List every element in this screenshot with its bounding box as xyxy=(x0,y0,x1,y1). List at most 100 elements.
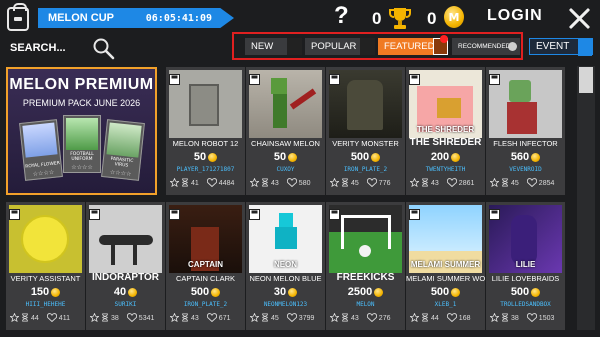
item-card[interactable]: LILIE LILIE LOVEBRAIDS 500 TROLLEDSANDBOX 38… xyxy=(486,202,565,330)
filter-event[interactable]: EVENT xyxy=(529,38,593,56)
scrollbar-track[interactable] xyxy=(577,66,595,330)
item-stats: 44 168 xyxy=(409,312,482,324)
save-icon[interactable] xyxy=(89,205,100,220)
item-stats: 45 776 xyxy=(329,177,402,189)
heart-icon[interactable] xyxy=(446,312,457,324)
star-icon[interactable] xyxy=(329,177,340,189)
item-card[interactable]: MELON ROBOT 12 50 PLAYER_171271807 41 4484 xyxy=(166,67,245,195)
filter-recommended[interactable]: RECOMMENDED xyxy=(452,38,520,55)
coin-icon xyxy=(288,152,298,162)
save-icon[interactable] xyxy=(329,70,340,85)
heart-icon[interactable] xyxy=(206,312,217,324)
star-icon[interactable] xyxy=(89,312,100,324)
item-card[interactable]: VERITY ASSISTANT 150 HIII_HEHEHE 44 411 xyxy=(6,202,85,330)
heart-icon[interactable] xyxy=(286,177,297,189)
filter-event-toggle[interactable] xyxy=(578,39,592,56)
item-card[interactable]: FLESH INFECTOR 560 VEVENROID 45 2854 xyxy=(486,67,565,195)
heart-icon[interactable] xyxy=(126,312,137,324)
heart-icon[interactable] xyxy=(46,312,57,324)
item-author[interactable]: CUXOY xyxy=(246,166,325,173)
filter-new-label: NEW xyxy=(251,41,274,52)
star-icon[interactable] xyxy=(489,177,500,189)
star-icon[interactable] xyxy=(409,177,420,189)
shop-bag-icon[interactable] xyxy=(7,3,29,31)
coin-icon xyxy=(288,287,298,297)
star-icon[interactable] xyxy=(169,312,180,324)
save-icon[interactable] xyxy=(489,70,500,85)
item-price: 40 xyxy=(86,286,165,298)
close-icon[interactable] xyxy=(568,6,592,30)
item-stats: 45 3799 xyxy=(249,312,322,324)
scrollbar-thumb[interactable] xyxy=(579,67,593,93)
save-icon[interactable] xyxy=(409,70,420,85)
heart-icon[interactable] xyxy=(366,312,377,324)
item-name: CHAINSAW MELON xyxy=(251,139,320,148)
save-icon[interactable] xyxy=(249,70,260,85)
save-icon[interactable] xyxy=(249,205,260,220)
thumbnail-caption: NEON xyxy=(273,260,298,269)
coin-icon xyxy=(374,287,384,297)
rating-stars: ☆☆☆☆ xyxy=(32,168,55,178)
star-icon[interactable] xyxy=(9,312,20,324)
heart-icon[interactable] xyxy=(206,177,217,189)
item-card[interactable]: NEON NEON MELON BLUE 30 NEONMELON123 45 3799 xyxy=(246,202,325,330)
save-icon[interactable] xyxy=(489,205,500,220)
filter-recommended-toggle[interactable] xyxy=(508,42,517,51)
heart-icon[interactable] xyxy=(526,177,537,189)
heart-icon[interactable] xyxy=(526,312,537,324)
item-price: 150 xyxy=(6,286,85,298)
item-card[interactable]: MELAMI SUMMER MELAMI SUMMER WORLD 500 XLEB_… xyxy=(406,202,485,330)
item-author[interactable]: TWENTYHEITH xyxy=(406,166,485,173)
item-author[interactable]: NEONMELON123 xyxy=(246,301,325,308)
filter-popular[interactable]: POPULAR xyxy=(305,38,375,55)
item-author[interactable]: VEVENROID xyxy=(486,166,565,173)
item-card[interactable]: THE SHREDER THE SHREDER 200 TWENTYHEITH 43 28… xyxy=(406,67,485,195)
item-author[interactable]: HIII_HEHEHE xyxy=(6,301,85,308)
event-banner[interactable]: MELON CUP 06:05:41:09 xyxy=(38,8,234,28)
item-card[interactable]: INDORAPTOR 40 SURIKI 38 5341 xyxy=(86,202,165,330)
item-name: INDORAPTOR xyxy=(91,272,160,283)
star-icon[interactable] xyxy=(329,312,340,324)
filter-new-toggle[interactable] xyxy=(287,38,302,55)
item-author[interactable]: PLAYER_171271807 xyxy=(166,166,245,173)
heart-icon[interactable] xyxy=(446,177,457,189)
login-button[interactable]: LOGIN xyxy=(487,7,543,25)
heart-icon[interactable] xyxy=(286,312,297,324)
item-author[interactable]: TROLLEDSANDBOX xyxy=(486,301,565,308)
item-card[interactable]: VERITY MONSTER 500 IRON_PLATE_2 45 776 xyxy=(326,67,405,195)
star-icon[interactable] xyxy=(409,312,420,324)
star-icon[interactable] xyxy=(249,312,260,324)
save-icon[interactable] xyxy=(169,205,180,220)
coin-icon: M xyxy=(444,6,464,28)
search-input[interactable]: SEARCH... xyxy=(10,42,66,54)
star-icon[interactable] xyxy=(169,177,180,189)
save-icon[interactable] xyxy=(409,205,420,220)
heart-icon[interactable] xyxy=(366,177,377,189)
item-price: 2500 xyxy=(326,286,405,298)
item-card[interactable]: CAPTAIN CAPTAIN CLARK 500 IRON_PLATE_2 43 671 xyxy=(166,202,245,330)
save-icon[interactable] xyxy=(9,205,20,220)
like-count: 44 xyxy=(31,314,39,322)
download-count: 2861 xyxy=(458,179,475,187)
item-author[interactable]: IRON_PLATE_2 xyxy=(166,301,245,308)
save-icon[interactable] xyxy=(329,205,340,220)
filter-new[interactable]: NEW xyxy=(245,38,302,55)
download-count: 5341 xyxy=(138,314,155,322)
star-icon[interactable] xyxy=(489,312,500,324)
premium-pack-card[interactable]: MELON PREMIUM PREMIUM PACK JUNE 2026 ROY… xyxy=(6,67,157,195)
item-author[interactable]: MELON xyxy=(326,301,405,308)
item-author[interactable]: XLEB_1 xyxy=(406,301,485,308)
hourglass-icon xyxy=(261,178,269,189)
item-name: MELAMI SUMMER WORLD xyxy=(406,274,485,283)
item-card[interactable]: FREEKICKS 2500 MELON 43 276 xyxy=(326,202,405,330)
filter-popular-toggle[interactable] xyxy=(360,38,375,55)
help-icon[interactable]: ? xyxy=(334,2,349,30)
price-value: 30 xyxy=(273,286,287,298)
filter-featured[interactable]: FEATURED xyxy=(378,38,448,55)
search-icon[interactable] xyxy=(92,37,116,61)
item-author[interactable]: SURIKI xyxy=(86,301,165,308)
star-icon[interactable] xyxy=(249,177,260,189)
item-card[interactable]: CHAINSAW MELON 50 CUXOY 43 580 xyxy=(246,67,325,195)
save-icon[interactable] xyxy=(169,70,180,85)
item-author[interactable]: IRON_PLATE_2 xyxy=(326,166,405,173)
